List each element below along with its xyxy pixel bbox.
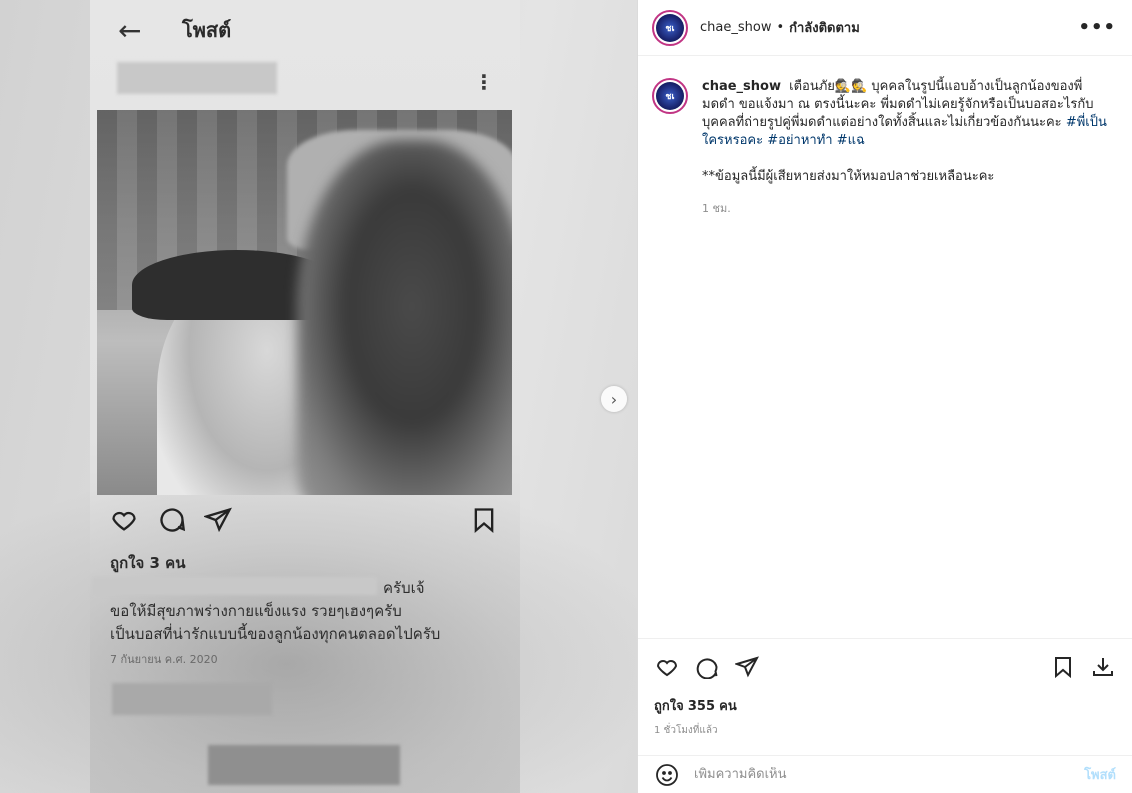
photo-comment-icon [158, 506, 186, 540]
following-button[interactable]: กำลังติดตาม [789, 17, 860, 38]
comment-icon[interactable] [694, 654, 720, 680]
post-actions: ถูกใจ 355 คน 1 ชั่วโมงที่แล้ว [638, 638, 1132, 738]
post-photo: ← โพสต์ ⋮ ถูกใจ 3 คน ครับเจ้ ขอให้มีสุขภ… [0, 0, 637, 793]
comment-input[interactable] [694, 767, 1085, 782]
person-right-blurred [297, 140, 512, 495]
header-username[interactable]: chae_show [700, 20, 771, 35]
photo-date: 7 กันยายน ค.ศ. 2020 [110, 653, 218, 666]
avatar[interactable]: ชเ [652, 9, 688, 46]
blurred-username [117, 62, 277, 94]
photo-caption-line: เป็นบอสที่น่ารักแบบนี้ของลูกน้องทุกคนตลอ… [110, 625, 441, 643]
more-horizontal-icon[interactable]: ••• [1078, 17, 1116, 38]
avatar[interactable]: ชเ [652, 78, 688, 114]
blurred-block [112, 683, 272, 715]
caption-time[interactable]: 1 ชม. [702, 200, 1112, 218]
post-comment-button[interactable]: โพสต์ [1084, 764, 1116, 785]
caption-note: **ข้อมูลนี้มีผู้เสียหายส่งมาให้หมอปลาช่ว… [702, 169, 995, 184]
likes-unit: คน [719, 699, 737, 714]
likes-label: ถูกใจ [654, 699, 684, 714]
likes-count[interactable]: ถูกใจ 355 คน [654, 695, 1116, 716]
heart-icon[interactable] [654, 654, 680, 680]
photo-inner-image [97, 110, 512, 495]
header-separator: • [776, 20, 785, 35]
chevron-right-icon[interactable]: › [601, 386, 627, 412]
photo-bookmark-icon [470, 506, 498, 540]
add-comment-bar: โพสต์ [638, 755, 1132, 793]
blurred-caption-start [92, 577, 377, 595]
photo-send-icon [202, 506, 233, 540]
action-icon-row [654, 653, 1116, 681]
post-time[interactable]: 1 ชั่วโมงที่แล้ว [654, 723, 1116, 738]
arrow-left-icon: ← [118, 14, 142, 47]
hashtag-link[interactable]: #อย่าหาทำ [767, 133, 832, 148]
post-header: ชเ chae_show • กำลังติดตาม ••• [638, 0, 1132, 56]
blurred-block [208, 745, 400, 785]
more-vertical-icon: ⋮ [474, 70, 494, 94]
caption-username[interactable]: chae_show [702, 79, 781, 94]
caption-text-block: chae_show เตือนภัย🕵🕵 บุคคลในรูปนี้แอบอ้า… [702, 78, 1112, 218]
photo-likes: ถูกใจ 3 คน [110, 554, 186, 572]
instagram-post-view: ← โพสต์ ⋮ ถูกใจ 3 คน ครับเจ้ ขอให้มีสุขภ… [0, 0, 1132, 793]
emoji-icon[interactable] [654, 762, 680, 788]
photo-heart-icon [110, 506, 138, 540]
photo-caption-line: ครับเจ้ [383, 579, 425, 597]
post-side-panel: ชเ chae_show • กำลังติดตาม ••• ชเ chae_s… [637, 0, 1132, 793]
photo-caption-line: ขอให้มีสุขภาพร่างกายแข็งแรง รวยๆเฮงๆครับ [110, 602, 402, 620]
download-icon[interactable] [1090, 654, 1116, 680]
hashtag-link[interactable]: #แฉ [837, 133, 865, 148]
caption-comment: ชเ chae_show เตือนภัย🕵🕵 บุคคลในรูปนี้แอบ… [638, 56, 1132, 218]
likes-number: 355 [687, 699, 715, 714]
photo-screen-title: โพสต์ [182, 18, 232, 42]
bookmark-icon[interactable] [1050, 654, 1076, 680]
send-icon[interactable] [734, 654, 760, 680]
